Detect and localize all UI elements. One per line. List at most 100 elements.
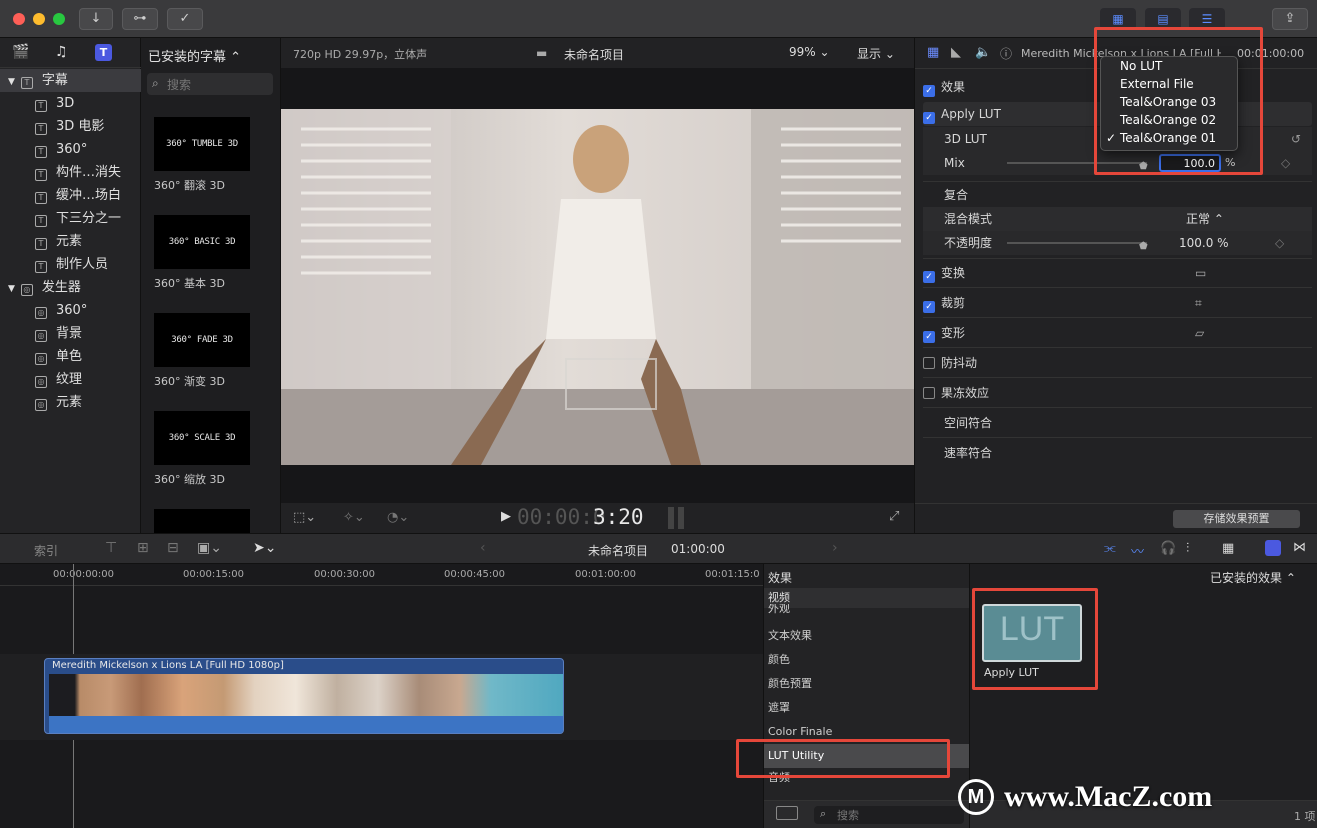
distort-checkbox[interactable]: ✓: [923, 331, 935, 343]
fx-category-masks[interactable]: 遮罩: [764, 696, 970, 720]
rolling-shutter-row[interactable]: 果冻效应: [923, 381, 1312, 405]
fx-category-color[interactable]: 颜色: [764, 648, 970, 672]
sidebar-item-build-out[interactable]: T 构件…消失: [0, 161, 141, 184]
timeline-duration: 01:00:00: [671, 542, 725, 556]
sidebar-item-backgrounds[interactable]: ◎ 背景: [0, 322, 141, 345]
music-icon[interactable]: ♫: [55, 44, 68, 60]
title-thumb-tumble[interactable]: 360° TUMBLE 3D: [154, 117, 250, 171]
close-window-button[interactable]: [13, 13, 25, 25]
distort-row[interactable]: ✓ 变形 ▱: [923, 321, 1312, 345]
distort-onscreen-icon[interactable]: ▱: [1195, 321, 1204, 345]
title-thumb-basic[interactable]: 360° BASIC 3D: [154, 215, 250, 269]
fx-category-text-effects[interactable]: 文本效果: [764, 624, 970, 648]
magic-wand-icon[interactable]: ✧⌄: [343, 510, 365, 525]
insert-clip-icon[interactable]: ⊞: [137, 540, 149, 556]
sidebar-item-gen-360[interactable]: ◎ 360°: [0, 299, 141, 322]
headphones-icon[interactable]: 🎧: [1160, 541, 1176, 556]
sidebar-item-titles[interactable]: ▼ T 字幕: [0, 69, 141, 92]
spatial-conform-row[interactable]: 空间符合: [923, 411, 1312, 435]
save-effects-preset-button[interactable]: 存储效果预置: [1173, 510, 1300, 528]
title-icon: T: [35, 192, 47, 204]
effects-checkbox[interactable]: ✓: [923, 85, 935, 97]
sidebar-item-textures[interactable]: ◎ 纹理: [0, 368, 141, 391]
history-forward-button[interactable]: ›: [832, 540, 838, 556]
play-icon[interactable]: ▶: [501, 509, 511, 524]
sidebar-item-generators[interactable]: ▼ ◎ 发生器: [0, 276, 141, 299]
keyframe-icon[interactable]: ◇: [1275, 231, 1284, 255]
sidebar-item-3d-cinematic[interactable]: T 3D 电影: [0, 115, 141, 138]
zoom-window-button[interactable]: [53, 13, 65, 25]
opacity-slider-knob[interactable]: ⬟: [1139, 235, 1148, 259]
fullscreen-icon[interactable]: ⤢: [889, 509, 899, 524]
sidebar-item-credits[interactable]: T 制作人员: [0, 253, 141, 276]
sidebar-item-solids[interactable]: ◎ 单色: [0, 345, 141, 368]
transform-onscreen-icon[interactable]: ▭: [1195, 261, 1206, 285]
fx-category-looks[interactable]: 外观: [764, 604, 970, 618]
connect-clip-icon[interactable]: ⊤: [105, 540, 117, 556]
rolling-shutter-checkbox[interactable]: [923, 387, 935, 399]
clip-appearance-icon[interactable]: ⫘: [1104, 541, 1116, 556]
sidebar-item-label: 3D 电影: [56, 119, 105, 134]
installed-effects-menu[interactable]: 已安装的效果 ⌃: [1210, 569, 1296, 586]
sidebar-item-360[interactable]: T 360°: [0, 138, 141, 161]
minimize-window-button[interactable]: [33, 13, 45, 25]
sidebar-item-bumper-opener[interactable]: T 缓冲…场白: [0, 184, 141, 207]
filmstrip-icon[interactable]: ▦: [1222, 541, 1234, 556]
effects-browser-icon[interactable]: [1265, 540, 1281, 556]
crop-row[interactable]: ✓ 裁剪 ⌗: [923, 291, 1312, 315]
append-clip-icon[interactable]: ⊟: [167, 540, 179, 556]
composite-header[interactable]: 复合: [923, 183, 1312, 207]
index-button[interactable]: 索引: [34, 542, 58, 559]
sidebar-item-lower-thirds[interactable]: T 下三分之一: [0, 207, 141, 230]
transitions-icon[interactable]: ⋈: [1293, 540, 1306, 555]
stabilization-row[interactable]: 防抖动: [923, 351, 1312, 375]
blend-mode-popup[interactable]: 正常 ⌃: [1186, 207, 1224, 231]
rate-conform-row[interactable]: 速率符合: [923, 441, 1312, 465]
transform-icon[interactable]: ⬚⌄: [293, 510, 316, 525]
sidebar-item-label: 元素: [56, 234, 83, 249]
opacity-slider-track[interactable]: [1007, 242, 1147, 244]
snapping-icon[interactable]: ⫶: [1186, 541, 1189, 556]
speed-icon[interactable]: ◔⌄: [387, 510, 409, 525]
transform-checkbox[interactable]: ✓: [923, 271, 935, 283]
reset-icon[interactable]: ↺: [1291, 127, 1301, 151]
ruler-label: 00:00:30:00: [314, 569, 376, 580]
sidebar-item-elements[interactable]: T 元素: [0, 230, 141, 253]
disclosure-triangle-icon[interactable]: ▼: [8, 77, 15, 87]
video-clip[interactable]: Meredith Mickelson x Lions LA [Full HD 1…: [44, 658, 564, 734]
sidebar-item-gen-elements[interactable]: ◎ 元素: [0, 391, 141, 414]
keywords-button[interactable]: ⊶: [122, 8, 158, 30]
crop-onscreen-icon[interactable]: ⌗: [1195, 291, 1202, 315]
sidebar-item-3d[interactable]: T 3D: [0, 92, 141, 115]
sidebar-toggle-icon[interactable]: [776, 806, 798, 820]
disclosure-triangle-icon[interactable]: ▼: [8, 284, 15, 294]
overwrite-clip-icon[interactable]: ▣⌄: [197, 540, 222, 556]
history-back-button[interactable]: ‹: [480, 540, 486, 556]
zoom-menu[interactable]: 99% ⌄: [789, 45, 830, 59]
keyframe-icon[interactable]: ◇: [1281, 151, 1290, 175]
fx-category-color-presets[interactable]: 颜色预置: [764, 672, 970, 696]
browser-header[interactable]: 已安装的字幕 ⌃: [148, 46, 241, 65]
audio-inspector-icon[interactable]: 🔈: [975, 45, 991, 60]
title-thumb-fade[interactable]: 360° FADE 3D: [154, 313, 250, 367]
video-inspector-icon[interactable]: ▦: [927, 45, 939, 60]
apply-lut-checkbox[interactable]: ✓: [923, 112, 935, 124]
display-menu[interactable]: 显示 ⌄: [857, 45, 895, 62]
color-inspector-icon[interactable]: ◣: [951, 45, 961, 60]
import-button[interactable]: ↓: [79, 8, 113, 30]
browser-search-field[interactable]: ⌕ 搜索: [147, 73, 273, 95]
clapper-icon[interactable]: 🎬: [12, 44, 29, 60]
select-tool-icon[interactable]: ➤⌄: [253, 540, 276, 556]
transform-row[interactable]: ✓ 变换 ▭: [923, 261, 1312, 285]
background-tasks-button[interactable]: ✓: [167, 8, 203, 30]
titles-icon[interactable]: T: [95, 44, 112, 61]
opacity-value[interactable]: 100.0 %: [1179, 231, 1229, 255]
sliders-icon: ☰: [1201, 12, 1213, 26]
title-thumb-scale[interactable]: 360° SCALE 3D: [154, 411, 250, 465]
waveform-icon[interactable]: 〰: [1131, 541, 1144, 560]
stabilization-checkbox[interactable]: [923, 357, 935, 369]
title-thumb-partial[interactable]: [154, 509, 250, 533]
share-button[interactable]: ⇪: [1272, 8, 1308, 30]
info-icon[interactable]: ⓘ: [1000, 45, 1012, 62]
crop-checkbox[interactable]: ✓: [923, 301, 935, 313]
